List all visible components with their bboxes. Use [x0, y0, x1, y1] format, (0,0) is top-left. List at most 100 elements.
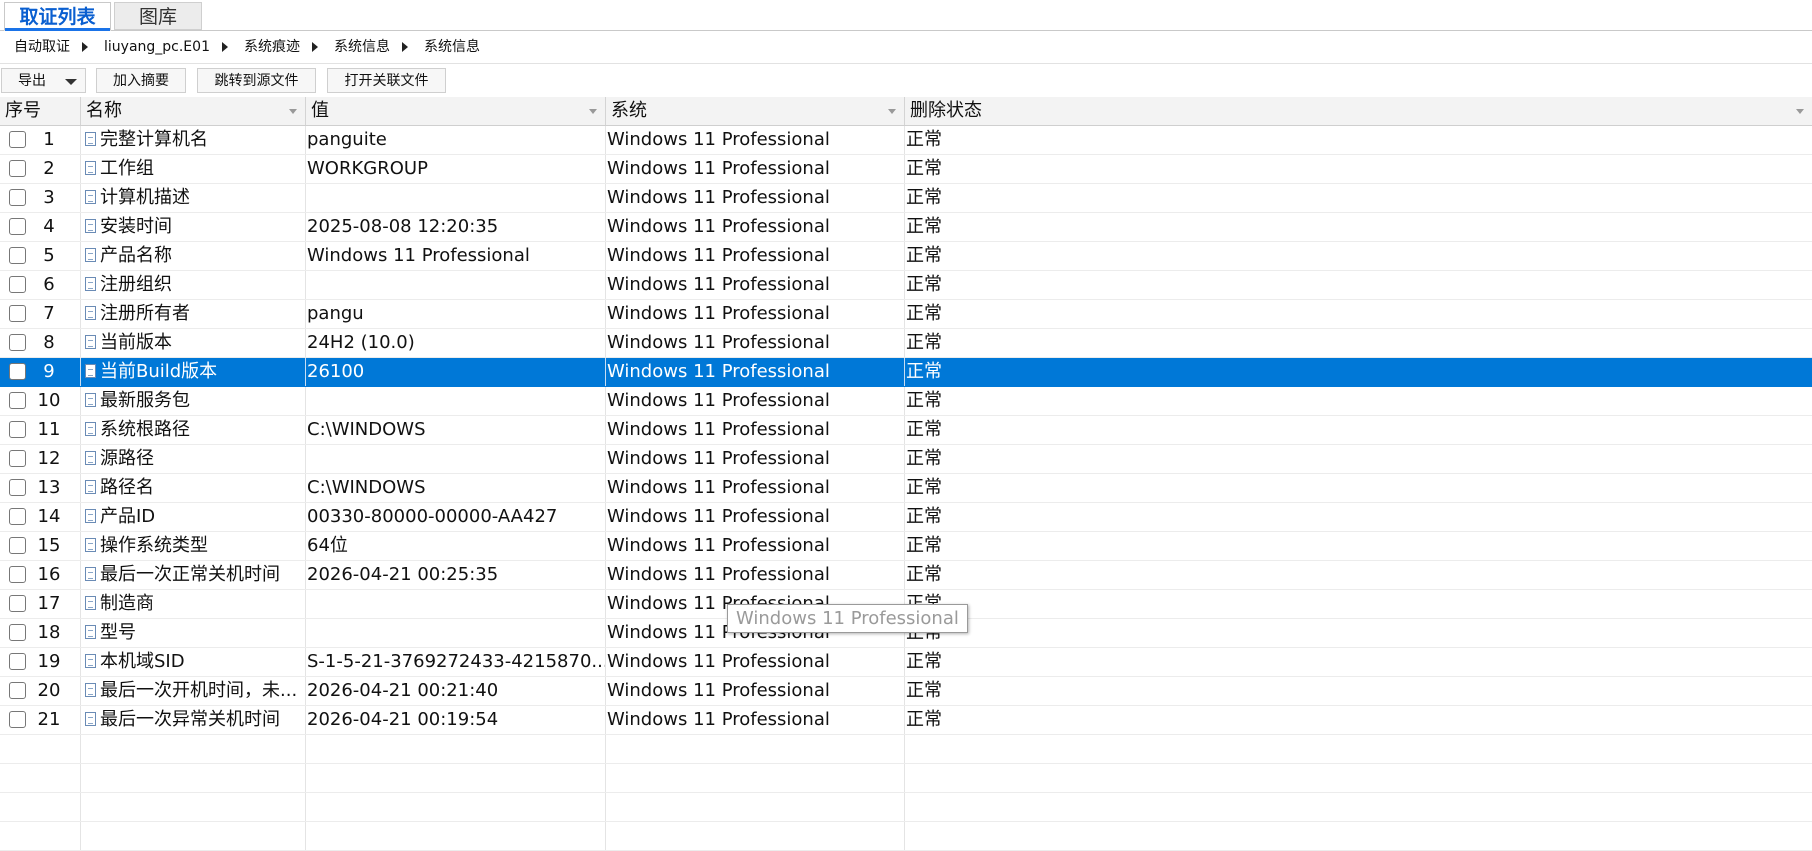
table-row[interactable]: 11 系统根路径 C:\WINDOWS Windows 11 Professional…	[0, 416, 1812, 445]
delete-status-cell[interactable]: 正常	[905, 619, 1812, 647]
name-cell[interactable]: 制造商	[81, 590, 306, 618]
row-checkbox[interactable]	[9, 218, 26, 235]
table-row[interactable]: 12 源路径 Windows 11 Professional 正常	[0, 445, 1812, 474]
value-cell[interactable]: S-1-5-21-3769272433-4215870...	[306, 648, 606, 676]
filter-icon[interactable]	[1796, 109, 1804, 114]
column-header-index[interactable]: 序号	[0, 97, 81, 125]
name-cell[interactable]: 最后一次开机时间，未...	[81, 677, 306, 705]
tab-gallery[interactable]: 图库	[114, 2, 202, 30]
row-checkbox[interactable]	[9, 566, 26, 583]
table-row[interactable]: 16 最后一次正常关机时间 2026-04-21 00:25:35 Windows 1…	[0, 561, 1812, 590]
delete-status-cell[interactable]: 正常	[905, 561, 1812, 589]
column-header-system[interactable]: 系统	[606, 97, 905, 125]
row-checkbox[interactable]	[9, 711, 26, 728]
breadcrumb-item[interactable]: 系统信息	[424, 31, 480, 63]
table-row[interactable]: 10 最新服务包 Windows 11 Professional 正常	[0, 387, 1812, 416]
table-row[interactable]: 5 产品名称 Windows 11 Professional Windows 11 P…	[0, 242, 1812, 271]
table-row[interactable]: 19 本机域SID S-1-5-21-3769272433-4215870... Wi…	[0, 648, 1812, 677]
delete-status-cell[interactable]: 正常	[905, 387, 1812, 415]
breadcrumb-item[interactable]: 系统痕迹	[244, 31, 300, 63]
column-header-value[interactable]: 值	[306, 97, 606, 125]
export-dropdown[interactable]: 导出	[1, 68, 86, 93]
name-cell[interactable]: 源路径	[81, 445, 306, 473]
tab-evidence-list[interactable]: 取证列表	[4, 2, 111, 31]
delete-status-cell[interactable]: 正常	[905, 416, 1812, 444]
table-row[interactable]: 7 注册所有者 pangu Windows 11 Professional 正常	[0, 300, 1812, 329]
value-cell[interactable]	[306, 387, 606, 415]
table-row[interactable]: 15 操作系统类型 64位 Windows 11 Professional 正常	[0, 532, 1812, 561]
open-related-file-button[interactable]: 打开关联文件	[327, 68, 446, 93]
value-cell[interactable]: 2025-08-08 12:20:35	[306, 213, 606, 241]
name-cell[interactable]: 产品名称	[81, 242, 306, 270]
name-cell[interactable]: 最后一次异常关机时间	[81, 706, 306, 734]
delete-status-cell[interactable]: 正常	[905, 590, 1812, 618]
delete-status-cell[interactable]: 正常	[905, 358, 1812, 386]
delete-status-cell[interactable]: 正常	[905, 706, 1812, 734]
system-cell[interactable]: Windows 11 Professional	[606, 445, 905, 473]
delete-status-cell[interactable]: 正常	[905, 532, 1812, 560]
delete-status-cell[interactable]: 正常	[905, 648, 1812, 676]
name-cell[interactable]: 当前版本	[81, 329, 306, 357]
row-checkbox[interactable]	[9, 508, 26, 525]
value-cell[interactable]: 2026-04-21 00:19:54	[306, 706, 606, 734]
name-cell[interactable]: 当前Build版本	[81, 358, 306, 386]
breadcrumb-item[interactable]: 自动取证	[14, 31, 70, 63]
name-cell[interactable]: 型号	[81, 619, 306, 647]
value-cell[interactable]: C:\WINDOWS	[306, 416, 606, 444]
row-checkbox[interactable]	[9, 450, 26, 467]
name-cell[interactable]: 系统根路径	[81, 416, 306, 444]
add-summary-button[interactable]: 加入摘要	[96, 68, 186, 93]
row-checkbox[interactable]	[9, 595, 26, 612]
value-cell[interactable]	[306, 271, 606, 299]
value-cell[interactable]: pangu	[306, 300, 606, 328]
jump-to-source-button[interactable]: 跳转到源文件	[197, 68, 316, 93]
table-row[interactable]: 9 当前Build版本 26100 Windows 11 Professional 正常	[0, 358, 1812, 387]
system-cell[interactable]: Windows 11 Professional	[606, 561, 905, 589]
delete-status-cell[interactable]: 正常	[905, 126, 1812, 154]
name-cell[interactable]: 最后一次正常关机时间	[81, 561, 306, 589]
row-checkbox[interactable]	[9, 189, 26, 206]
name-cell[interactable]: 注册组织	[81, 271, 306, 299]
name-cell[interactable]: 工作组	[81, 155, 306, 183]
system-cell[interactable]: Windows 11 Professional	[606, 242, 905, 270]
row-checkbox[interactable]	[9, 682, 26, 699]
delete-status-cell[interactable]: 正常	[905, 242, 1812, 270]
value-cell[interactable]: 00330-80000-00000-AA427	[306, 503, 606, 531]
name-cell[interactable]: 路径名	[81, 474, 306, 502]
value-cell[interactable]: WORKGROUP	[306, 155, 606, 183]
system-cell[interactable]: Windows 11 Professional	[606, 155, 905, 183]
row-checkbox[interactable]	[9, 421, 26, 438]
delete-status-cell[interactable]: 正常	[905, 474, 1812, 502]
value-cell[interactable]	[306, 184, 606, 212]
delete-status-cell[interactable]: 正常	[905, 300, 1812, 328]
value-cell[interactable]: 2026-04-21 00:25:35	[306, 561, 606, 589]
row-checkbox[interactable]	[9, 131, 26, 148]
delete-status-cell[interactable]: 正常	[905, 503, 1812, 531]
row-checkbox[interactable]	[9, 334, 26, 351]
system-cell[interactable]: Windows 11 Professional	[606, 648, 905, 676]
system-cell[interactable]: Windows 11 Professional	[606, 416, 905, 444]
table-row[interactable]: 1 完整计算机名 panguite Windows 11 Professional 正常	[0, 126, 1812, 155]
system-cell[interactable]: Windows 11 Professional	[606, 184, 905, 212]
row-checkbox[interactable]	[9, 479, 26, 496]
system-cell[interactable]: Windows 11 Professional	[606, 677, 905, 705]
name-cell[interactable]: 产品ID	[81, 503, 306, 531]
name-cell[interactable]: 完整计算机名	[81, 126, 306, 154]
system-cell[interactable]: Windows 11 Professional	[606, 213, 905, 241]
table-row[interactable]: 8 当前版本 24H2 (10.0) Windows 11 Professional 正…	[0, 329, 1812, 358]
table-row[interactable]: 21 最后一次异常关机时间 2026-04-21 00:19:54 Windows 1…	[0, 706, 1812, 735]
row-checkbox[interactable]	[9, 276, 26, 293]
value-cell[interactable]	[306, 445, 606, 473]
name-cell[interactable]: 计算机描述	[81, 184, 306, 212]
name-cell[interactable]: 最新服务包	[81, 387, 306, 415]
delete-status-cell[interactable]: 正常	[905, 213, 1812, 241]
filter-icon[interactable]	[888, 109, 896, 114]
value-cell[interactable]: 2026-04-21 00:21:40	[306, 677, 606, 705]
name-cell[interactable]: 本机域SID	[81, 648, 306, 676]
table-row[interactable]: 4 安装时间 2025-08-08 12:20:35 Windows 11 Profe…	[0, 213, 1812, 242]
system-cell[interactable]: Windows 11 Professional	[606, 532, 905, 560]
row-checkbox[interactable]	[9, 537, 26, 554]
table-row[interactable]: 2 工作组 WORKGROUP Windows 11 Professional 正常	[0, 155, 1812, 184]
delete-status-cell[interactable]: 正常	[905, 677, 1812, 705]
value-cell[interactable]: 64位	[306, 532, 606, 560]
